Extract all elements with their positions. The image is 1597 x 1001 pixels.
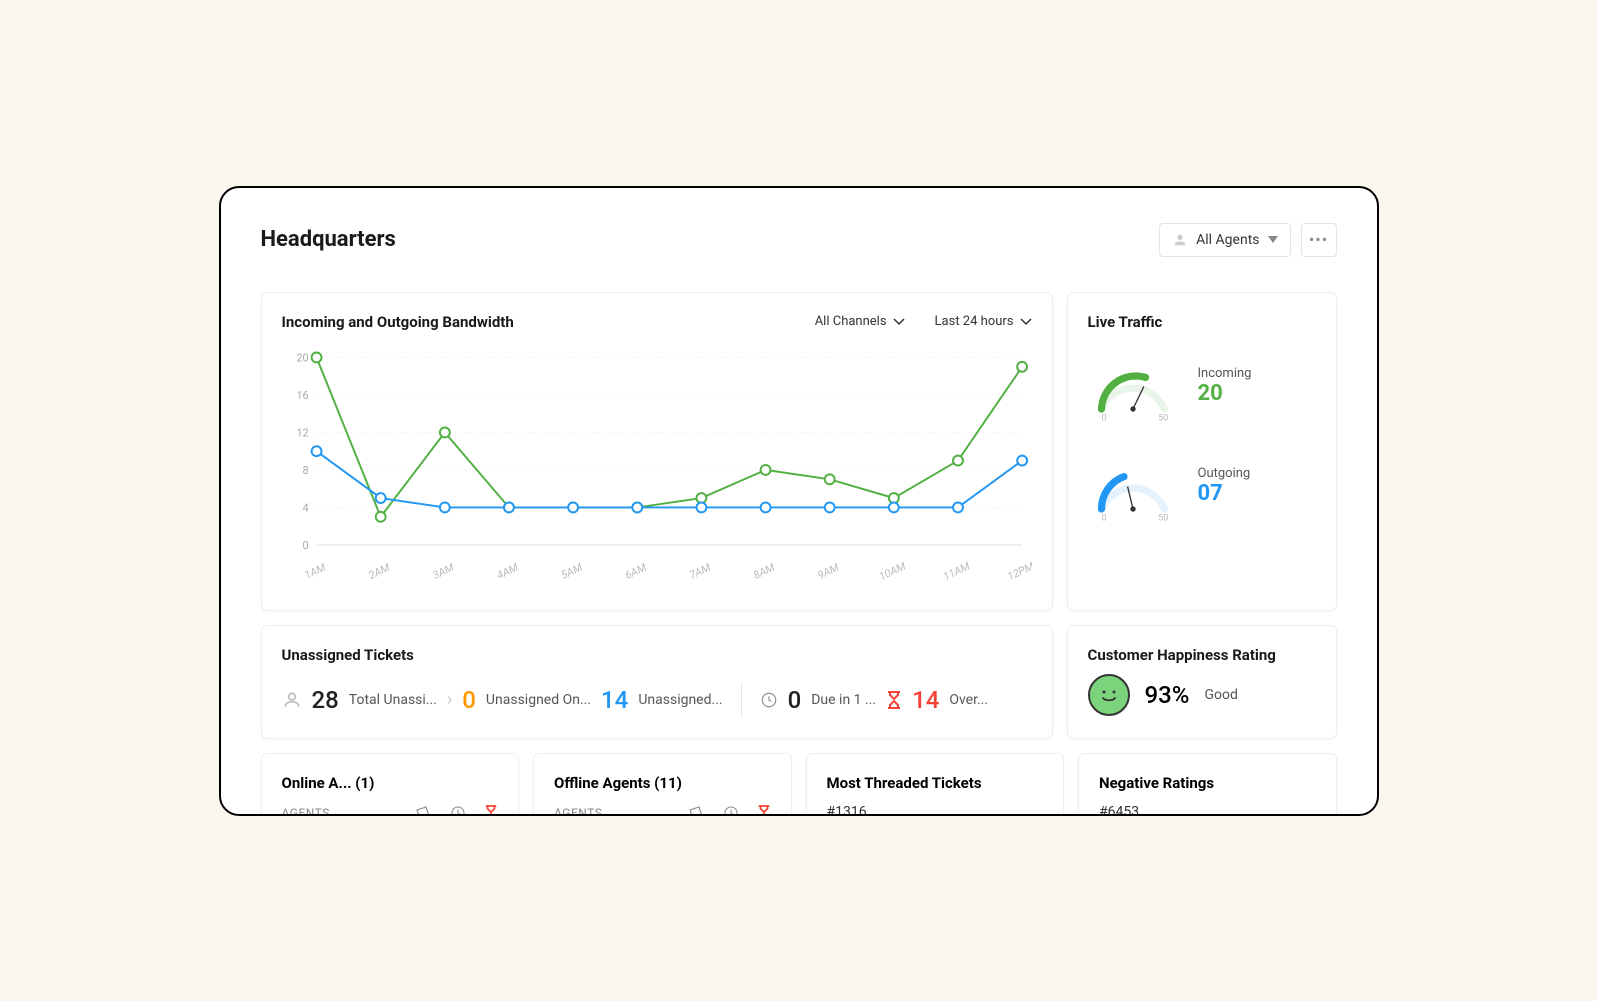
chevron-down-icon (1020, 318, 1032, 326)
channel-filter[interactable]: All Channels (815, 314, 905, 329)
page-title: Headquarters (261, 227, 396, 252)
svg-text:3AM: 3AM (430, 560, 456, 581)
agents-col: AGENTS (282, 806, 330, 816)
open-label: Unassigned... (638, 692, 722, 708)
svg-text:5AM: 5AM (558, 560, 584, 581)
svg-text:4AM: 4AM (494, 560, 520, 581)
clock-icon (450, 805, 466, 816)
total-count: 28 (312, 686, 339, 714)
bandwidth-card: Incoming and Outgoing Bandwidth All Chan… (261, 292, 1053, 611)
happiness-card: Customer Happiness Rating 93% Good (1067, 625, 1337, 739)
svg-text:9AM: 9AM (815, 560, 841, 581)
negative-ratings-card: Negative Ratings #6453 I can't seem to f… (1078, 753, 1337, 816)
dashboard-window: Headquarters All Agents ••• Incoming and… (219, 186, 1379, 816)
bottom-row: Online A... (1) AGENTS Offline Agents (1… (261, 753, 1337, 816)
svg-text:8AM: 8AM (751, 560, 777, 581)
onhold-count: 0 (462, 686, 476, 714)
svg-text:7AM: 7AM (687, 560, 713, 581)
time-filter[interactable]: Last 24 hours (935, 314, 1032, 329)
threaded-title: Most Threaded Tickets (827, 774, 1044, 792)
over-label: Over... (949, 692, 988, 708)
happiness-value: 93% (1145, 681, 1190, 709)
open-count: 14 (601, 686, 628, 714)
offline-agents-card: Offline Agents (11) AGENTS (533, 753, 792, 816)
threaded-tickets-card: Most Threaded Tickets #1316 How do I pay… (806, 753, 1065, 816)
svg-text:0: 0 (1101, 413, 1106, 423)
svg-text:1AM: 1AM (302, 560, 328, 581)
incoming-label: Incoming (1198, 366, 1252, 381)
bandwidth-chart: 0 4 8 12 16 20 1AM 2AM 3AM 4AM 5AM 6AM 7AM 8AM 9AM 10AM… (282, 346, 1032, 586)
channel-filter-label: All Channels (815, 314, 887, 329)
due-label: Due in 1 ... (811, 692, 876, 708)
svg-text:6AM: 6AM (623, 560, 649, 581)
outgoing-value: 07 (1198, 481, 1251, 506)
agent-filter-label: All Agents (1196, 232, 1259, 248)
hourglass-icon (757, 804, 771, 816)
header: Headquarters All Agents ••• (261, 223, 1337, 257)
svg-text:11AM: 11AM (941, 559, 972, 583)
clock-icon (723, 805, 739, 816)
incoming-gauge: 0 50 (1088, 349, 1178, 424)
live-traffic-title: Live Traffic (1088, 313, 1316, 331)
negative-title: Negative Ratings (1099, 774, 1316, 792)
svg-text:0: 0 (1101, 513, 1106, 523)
offline-agents-title: Offline Agents (11) (554, 774, 771, 792)
svg-text:10AM: 10AM (876, 559, 907, 583)
bandwidth-title: Incoming and Outgoing Bandwidth (282, 313, 514, 331)
ticket-id[interactable]: #1316 (827, 804, 1044, 816)
svg-text:20: 20 (296, 351, 308, 364)
unassigned-title: Unassigned Tickets (282, 646, 1032, 664)
unassigned-card: Unassigned Tickets 28 Total Unassi... › … (261, 625, 1053, 739)
live-traffic-card: Live Traffic 0 50 Incoming 20 (1067, 292, 1337, 611)
happiness-title: Customer Happiness Rating (1088, 646, 1316, 664)
ticket-icon (414, 804, 432, 816)
svg-text:2AM: 2AM (366, 560, 392, 581)
svg-text:50: 50 (1158, 513, 1168, 523)
total-label: Total Unassi... (349, 692, 437, 708)
caret-down-icon (1268, 236, 1278, 244)
smiley-icon (1088, 674, 1130, 716)
chevron-right-icon: › (447, 689, 452, 710)
clock-icon (760, 691, 778, 709)
svg-text:16: 16 (296, 388, 308, 401)
ticket-icon (687, 804, 705, 816)
due-count: 0 (788, 686, 802, 714)
outgoing-label: Outgoing (1198, 466, 1251, 481)
happiness-label: Good (1204, 687, 1237, 703)
agent-filter-dropdown[interactable]: All Agents (1159, 223, 1290, 257)
person-icon (1172, 232, 1188, 248)
more-button[interactable]: ••• (1301, 223, 1337, 257)
online-agents-title: Online A... (1) (282, 774, 499, 792)
ticket-id[interactable]: #6453 (1099, 804, 1316, 816)
header-controls: All Agents ••• (1159, 223, 1336, 257)
svg-text:8: 8 (302, 463, 308, 476)
time-filter-label: Last 24 hours (935, 314, 1014, 329)
svg-text:12: 12 (296, 426, 308, 439)
top-grid: Incoming and Outgoing Bandwidth All Chan… (261, 292, 1337, 739)
incoming-value: 20 (1198, 381, 1252, 406)
over-count: 14 (912, 686, 939, 714)
outgoing-gauge: 0 50 (1088, 449, 1178, 524)
svg-text:50: 50 (1158, 413, 1168, 423)
online-agents-card: Online A... (1) AGENTS (261, 753, 520, 816)
svg-text:0: 0 (302, 538, 308, 551)
agents-col: AGENTS (554, 806, 602, 816)
svg-text:12PM: 12PM (1005, 559, 1032, 583)
hourglass-icon (484, 804, 498, 816)
person-icon (282, 690, 302, 710)
onhold-label: Unassigned On... (486, 692, 591, 708)
dots-icon: ••• (1309, 230, 1328, 249)
hourglass-icon (886, 690, 902, 710)
chevron-down-icon (893, 318, 905, 326)
svg-text:4: 4 (302, 501, 308, 514)
separator (741, 682, 742, 718)
